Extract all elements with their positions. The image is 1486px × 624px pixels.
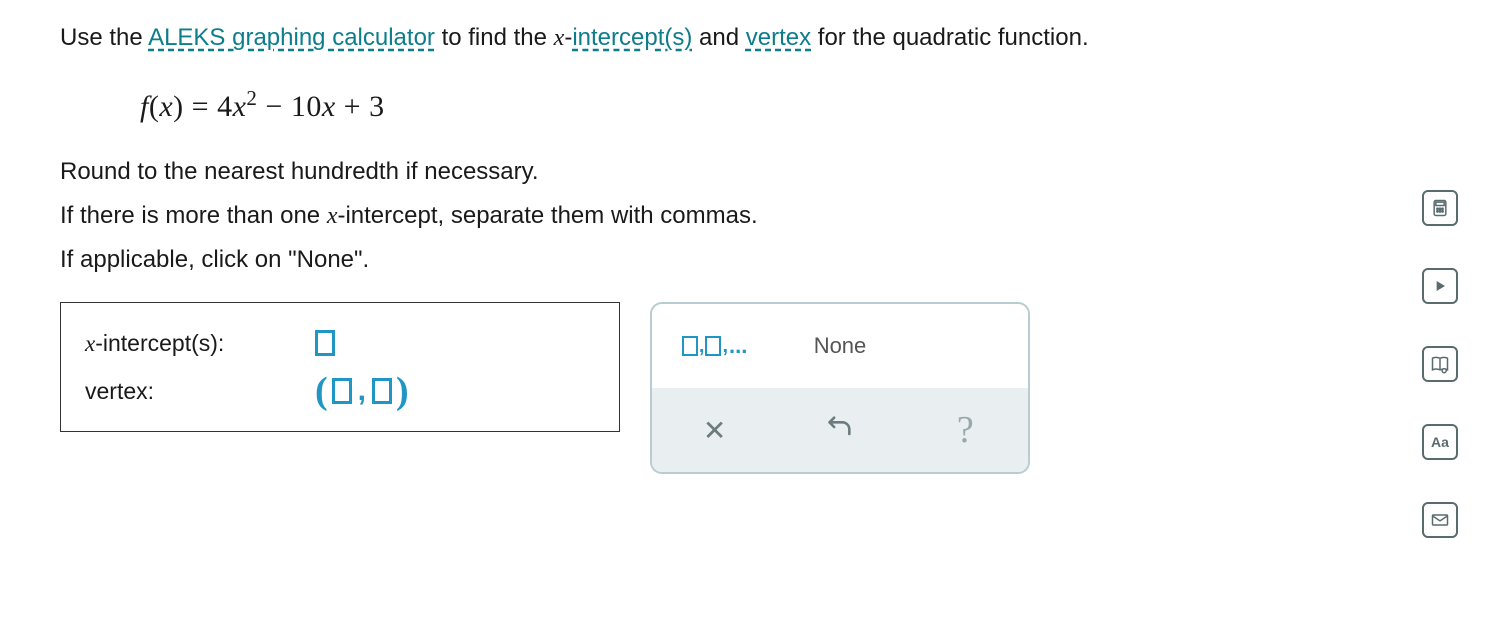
x-intercept-input[interactable] — [315, 330, 335, 356]
paren-close-icon: ) — [396, 372, 409, 410]
tool-panel: ,,... None ✕ ? — [650, 302, 1030, 474]
paren-open-icon: ( — [315, 372, 328, 410]
vertex-input[interactable]: ( , ) — [315, 372, 409, 410]
play-icon — [1430, 276, 1450, 296]
undo-button[interactable] — [777, 388, 902, 472]
x-intercept-label: x-intercept(s): — [85, 330, 315, 357]
list-tool-button[interactable]: ,,... — [652, 304, 777, 388]
tool-spacer — [903, 304, 1028, 388]
none-button[interactable]: None — [777, 304, 902, 388]
calculator-link[interactable]: ALEKS graphing calculator — [148, 24, 435, 51]
equation: f(x) = 4x2 − 10x + 3 — [140, 86, 1426, 124]
input-placeholder-icon[interactable] — [332, 378, 352, 404]
round-instruction: Round to the nearest hundredth if necess… — [60, 154, 1426, 190]
undo-icon — [826, 413, 854, 447]
comma-icon: , — [358, 374, 366, 408]
help-button[interactable]: ? — [903, 388, 1028, 472]
text-size-icon: Aa — [1431, 434, 1449, 450]
calculator-button[interactable] — [1422, 190, 1458, 226]
close-icon: ✕ — [703, 414, 726, 447]
textbook-button[interactable] — [1422, 346, 1458, 382]
video-button[interactable] — [1422, 268, 1458, 304]
input-placeholder-icon[interactable] — [372, 378, 392, 404]
vertex-link[interactable]: vertex — [746, 24, 811, 51]
message-button[interactable] — [1422, 502, 1458, 538]
question-icon: ? — [957, 408, 974, 452]
sidebar: Aa — [1422, 190, 1458, 538]
none-instruction: If applicable, click on "None". — [60, 242, 1426, 278]
intercepts-link[interactable]: intercept(s) — [572, 24, 692, 51]
book-icon — [1430, 354, 1450, 374]
calculator-icon — [1430, 198, 1450, 218]
input-placeholder-icon[interactable] — [315, 330, 335, 356]
text-size-button[interactable]: Aa — [1422, 424, 1458, 460]
answer-box: x-intercept(s): vertex: ( , ) — [60, 302, 620, 432]
clear-button[interactable]: ✕ — [652, 388, 777, 472]
instruction-text: Use the ALEKS graphing calculator to fin… — [60, 20, 1426, 56]
mail-icon — [1430, 510, 1450, 530]
vertex-label: vertex: — [85, 378, 315, 405]
multi-intercept-instruction: If there is more than one x-intercept, s… — [60, 198, 1426, 234]
